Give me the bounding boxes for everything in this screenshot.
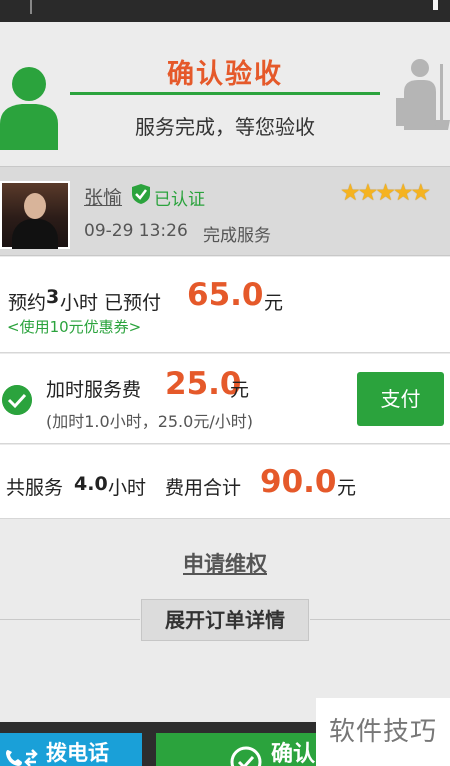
complaint-label[interactable]: 申请维权 [183,552,267,576]
divider [310,619,450,620]
confirm-check-icon [230,746,262,766]
watermark: 软件技巧 [316,698,450,766]
total-hours: 4.0 [74,473,108,495]
booking-prefix: 预约 [8,292,47,314]
service-status: 完成服务 [203,226,271,246]
status-header: 确认验收 服务完成，等您验收 [0,22,450,166]
service-datetime: 09-29 13:26 [84,221,188,241]
back-icon[interactable] [30,0,32,14]
pay-button[interactable]: 支付 [357,372,444,426]
expand-details-button[interactable]: 展开订单详情 [141,599,309,641]
total-prefix: 共服务 [6,477,64,499]
progress-line [70,92,380,95]
coupon-link[interactable]: <使用10元优惠券> [7,316,141,337]
total-amount: 90.0 [260,464,337,500]
extra-fee-label: 加时服务费 [46,379,142,401]
booking-row: 预约 3 小时 已预付 65.0 元 <使用10元优惠券> [0,257,450,353]
status-title: 确认验收 [167,59,283,90]
total-hours-unit: 小时 [108,477,147,499]
worker-name[interactable]: 张愉 [84,183,122,210]
prepaid-currency: 元 [264,292,284,314]
total-currency: 元 [337,477,357,499]
menu-icon[interactable] [433,0,438,10]
check-icon [2,385,32,415]
booking-hours: 3 [46,286,60,308]
extra-fee-currency: 元 [230,379,250,401]
extra-fee-detail: (加时1.0小时，25.0元/小时) [46,412,253,431]
extra-fee-row: 加时服务费 25.0 元 (加时1.0小时，25.0元/小时) 支付 [0,354,450,444]
total-row: 共服务 4.0 小时 费用合计 90.0 元 [0,445,450,519]
avatar[interactable] [0,181,70,249]
total-label: 费用合计 [165,477,242,499]
verified-shield-icon [132,184,150,204]
phone-icon [6,749,38,766]
rating-stars: ★★★★★ [340,180,431,206]
divider [0,619,140,620]
title-bar [0,0,450,22]
cleaner-icon [396,59,450,130]
worker-card[interactable]: 张愉 已认证 ★★★★★ 09-29 13:26 完成服务 [0,166,450,256]
booking-hours-unit: 小时 已预付 [60,292,162,314]
prepaid-amount: 65.0 [187,277,264,313]
complaint-link[interactable]: 申请维权 [0,548,450,578]
verified-label: 已认证 [154,190,205,210]
status-subtitle: 服务完成，等您验收 [135,115,315,139]
